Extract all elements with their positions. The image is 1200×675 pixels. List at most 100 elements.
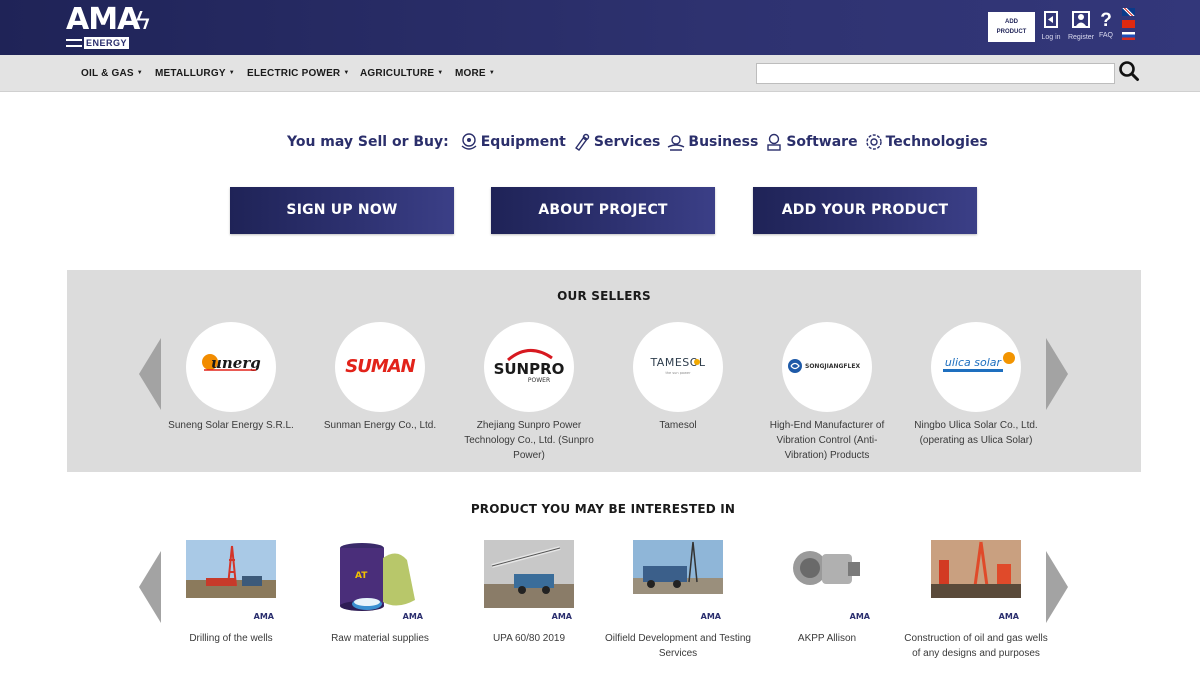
business-icon: [668, 135, 685, 151]
faq-link[interactable]: ? FAQ: [1091, 11, 1121, 41]
seller-name: High-End Manufacturer of Vibration Contr…: [769, 420, 885, 461]
caret-down-icon: ▼: [488, 70, 495, 76]
faq-label: FAQ: [1098, 32, 1113, 39]
equipment-icon: [461, 133, 477, 150]
logo-subtext: ENERGY: [84, 37, 130, 49]
seller-card[interactable]: TAMESOL the sun power Tamesol: [608, 322, 748, 433]
category-label: Services: [593, 134, 661, 150]
svg-text:SONGJIANGFLEX: SONGJIANGFLEX: [805, 363, 860, 370]
seller-name: Suneng Solar Energy S.R.L.: [168, 420, 294, 431]
product-card[interactable]: AMA AKPP Allison: [752, 540, 902, 646]
seller-logo: SONGJIANGFLEX: [782, 322, 872, 412]
category-services[interactable]: Services: [572, 132, 661, 152]
technologies-icon: [865, 134, 882, 150]
seller-logo: ulica solar: [931, 322, 1021, 412]
product-card[interactable]: AMA Construction of oil and gas wells of…: [901, 540, 1051, 661]
product-name: AKPP Allison: [797, 633, 857, 644]
ama-badge: AMA: [998, 612, 1019, 621]
nav-more[interactable]: MORE ▼: [455, 68, 495, 79]
product-name: Construction of oil and gas wells of any…: [904, 633, 1048, 659]
seller-name: Tamesol: [659, 420, 697, 431]
product-image: AMA: [782, 540, 872, 621]
product-name: Raw material supplies: [331, 633, 429, 644]
ama-badge: AMA: [551, 612, 572, 621]
caret-down-icon: ▼: [228, 70, 235, 76]
category-label: Technologies: [885, 134, 988, 150]
caret-down-icon: ▼: [343, 70, 350, 76]
nav-agriculture[interactable]: AGRICULTURE ▼: [360, 68, 443, 79]
product-name: UPA 60/80 2019: [492, 633, 566, 644]
nav-label: OIL & GAS: [81, 68, 134, 79]
product-image: AMA: [186, 540, 276, 621]
services-icon: [574, 133, 590, 151]
seller-logo: SUMAN: [335, 322, 425, 412]
add-product-label-1: ADD: [1005, 19, 1018, 25]
lightning-icon: ϟ: [136, 5, 150, 35]
search-icon: [1119, 61, 1139, 81]
product-name: Drilling of the wells: [189, 633, 273, 644]
category-technologies[interactable]: Technologies: [864, 132, 988, 152]
product-name: Oilfield Development and Testing Service…: [604, 633, 751, 659]
question-icon: ?: [1100, 10, 1112, 31]
ama-badge: AMA: [402, 612, 423, 621]
nav-oil-gas[interactable]: OIL & GAS ▼: [81, 68, 143, 79]
logo-text: AMA: [66, 2, 140, 37]
nav-label: ELECTRIC POWER: [247, 68, 341, 79]
svg-text:unerg: unerg: [211, 354, 261, 372]
svg-text:AT: AT: [355, 571, 368, 581]
nav-label: AGRICULTURE: [360, 68, 435, 79]
main-nav: OIL & GAS ▼ METALLURGY ▼ ELECTRIC POWER ▼ A…: [0, 55, 1200, 92]
seller-card[interactable]: SONGJIANGFLEX High-End Manufacturer of V…: [757, 322, 897, 463]
category-software[interactable]: Software: [764, 132, 858, 152]
seller-card[interactable]: unerg Suneng Solar Energy S.R.L.: [161, 322, 301, 433]
caret-down-icon: ▼: [437, 70, 444, 76]
ama-badge: AMA: [700, 612, 721, 621]
product-image: AMA: [931, 540, 1021, 621]
svg-text:the sun power: the sun power: [665, 371, 691, 375]
seller-logo: TAMESOL the sun power: [633, 322, 723, 412]
nav-electric-power[interactable]: ELECTRIC POWER ▼: [247, 68, 350, 79]
svg-text:SUNPRO: SUNPRO: [494, 360, 565, 378]
ama-badge: AMA: [849, 612, 870, 621]
sell-buy-tagline: You may Sell or Buy: Equipment Services …: [287, 131, 994, 153]
search-input[interactable]: [756, 63, 1115, 84]
product-card[interactable]: AMA Drilling of the wells: [156, 540, 306, 646]
flag-china-icon[interactable]: [1122, 20, 1135, 28]
seller-name: Zhejiang Sunpro Power Technology Co., Lt…: [464, 420, 594, 461]
product-image: AMA: [633, 540, 723, 621]
login-link[interactable]: Log in: [1036, 11, 1066, 43]
search-button[interactable]: [1118, 60, 1140, 84]
nav-label: METALLURGY: [155, 68, 226, 79]
seller-card[interactable]: ulica solar Ningbo Ulica Solar Co., Ltd.…: [906, 322, 1046, 448]
product-card[interactable]: AMA Oilfield Development and Testing Ser…: [603, 540, 753, 661]
product-card[interactable]: AT AMA Raw material supplies: [305, 540, 455, 646]
seller-name: Sunman Energy Co., Ltd.: [323, 420, 437, 431]
tagline-lead: You may Sell or Buy:: [287, 134, 449, 150]
seller-card[interactable]: SUMAN Sunman Energy Co., Ltd.: [310, 322, 450, 433]
category-equipment[interactable]: Equipment: [459, 132, 566, 152]
sellers-title: OUR SELLERS: [557, 289, 651, 303]
products-title: PRODUCT YOU MAY BE INTERESTED IN: [470, 502, 736, 516]
category-label: Equipment: [480, 134, 566, 150]
login-icon: [1036, 11, 1066, 33]
sellers-next-arrow[interactable]: [1046, 338, 1068, 410]
add-your-product-button[interactable]: ADD YOUR PRODUCT: [753, 187, 977, 234]
category-label: Software: [786, 134, 858, 150]
seller-card[interactable]: SUNPRO POWER Zhejiang Sunpro Power Techn…: [459, 322, 599, 463]
nav-metallurgy[interactable]: METALLURGY ▼: [155, 68, 235, 79]
caret-down-icon: ▼: [136, 70, 143, 76]
flag-uk-icon[interactable]: [1122, 8, 1135, 16]
category-business[interactable]: Business: [666, 132, 758, 152]
about-project-button[interactable]: ABOUT PROJECT: [491, 187, 715, 234]
sign-up-button[interactable]: SIGN UP NOW: [230, 187, 454, 234]
flag-russia-icon[interactable]: [1122, 32, 1135, 40]
logo-stripes: [66, 39, 82, 47]
add-product-button[interactable]: ADD PRODUCT: [988, 12, 1035, 42]
login-label: Log in: [1041, 34, 1061, 41]
seller-logo: unerg: [186, 322, 276, 412]
product-card[interactable]: AMA UPA 60/80 2019: [454, 540, 604, 646]
sellers-prev-arrow[interactable]: [139, 338, 161, 410]
svg-text:POWER: POWER: [528, 377, 550, 384]
svg-text:ulica solar: ulica solar: [945, 356, 1003, 369]
ama-energy-logo[interactable]: AMA ϟ ENERGY: [66, 4, 158, 50]
